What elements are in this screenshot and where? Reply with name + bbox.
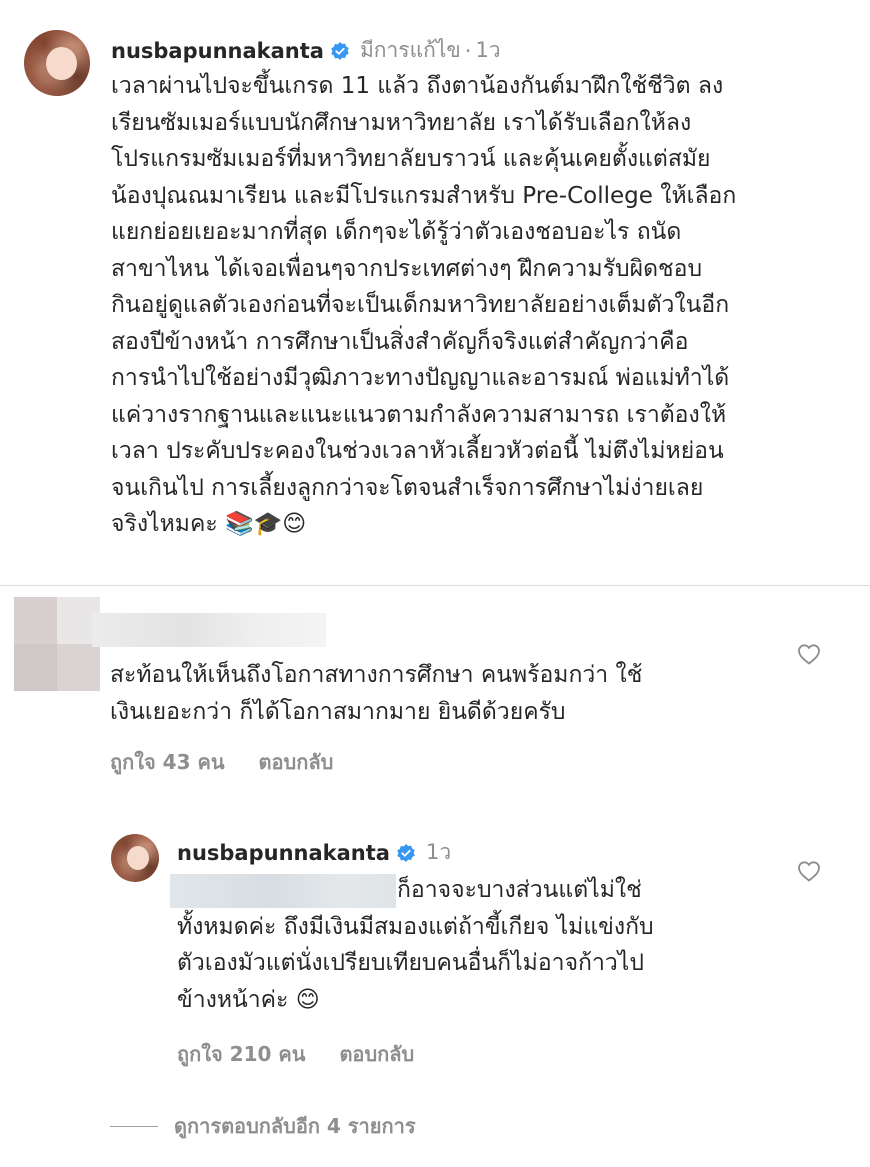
caption-line: เรียนซัมเมอร์แบบนักศึกษามหาวิทยาลัย เราไ… [111, 109, 692, 136]
caption-line: จนเกินไป การเลี้ยงลูกกว่าจะโตจนสำเร็จการ… [111, 474, 704, 501]
reply-username[interactable]: nusbapunnakanta [177, 841, 390, 865]
caption-line: แค่วางรากฐานและแนะแนวตามกำลังความสามารถ … [111, 401, 727, 428]
verified-badge-icon [397, 843, 415, 862]
commenter-avatar-blurred[interactable] [14, 597, 100, 691]
post-username[interactable]: nusbapunnakanta [111, 39, 324, 63]
blur-block [14, 644, 57, 691]
view-more-label[interactable]: ดูการตอบกลับอีก 4 รายการ [174, 1110, 416, 1142]
like-heart-icon[interactable] [797, 860, 821, 882]
comment-line: เงินเยอะกว่า ก็ได้โอกาสมากมาย ยินดีด้วยค… [110, 698, 566, 725]
reply-author-avatar[interactable] [111, 834, 159, 882]
caption-line: โปรแกรมซัมเมอร์ที่มหาวิทยาลัยบราวน์ และค… [111, 146, 711, 172]
reply-line: ทั้งหมดค่ะ ถึงมีเงินมีสมองแต่ถ้าขี้เกียจ… [177, 913, 654, 940]
section-divider [0, 585, 870, 586]
caption-line: สาขาไหน ได้เจอเพื่อนๆจากประเทศต่างๆ ฝึกค… [111, 255, 703, 282]
caption-line: เวลาผ่านไปจะขึ้นเกรด 11 แล้ว ถึงตาน้องกั… [111, 73, 724, 99]
post-author-avatar[interactable] [24, 30, 90, 96]
reply-text: ก็อาจจะบางส่วนแต่ไม่ใช่ ทั้งหมดค่ะ ถึงมี… [177, 872, 654, 1018]
reply-line: ก็อาจจะบางส่วนแต่ไม่ใช่ [397, 877, 642, 903]
reply-likes[interactable]: ถูกใจ 210 คน [177, 1038, 305, 1070]
post-edited-label: มีการแก้ไข [359, 38, 461, 62]
caption-line: แยกย่อยเยอะมากที่สุด เด็กๆจะได้รู้ว่าตัว… [111, 219, 682, 245]
caption-line: สองปีข้างหน้า การศึกษาเป็นสิ่งสำคัญก็จริ… [111, 328, 689, 355]
view-more-replies[interactable]: ดูการตอบกลับอีก 4 รายการ [110, 1110, 416, 1142]
caption-line: การนำไปใช้อย่างมีวุฒิภาวะทางปัญญาและอารม… [111, 365, 730, 391]
caption-line: น้องปุณณมาเรียน และมีโปรแกรมสำหรับ Pre-C… [111, 182, 737, 209]
post-caption: เวลาผ่านไปจะขึ้นเกรด 11 แล้ว ถึงตาน้องกั… [111, 68, 846, 543]
caption-line: เวลา ประคับประคองในช่วงเวลาหัวเลี้ยวหัวต… [111, 438, 724, 464]
post-header: nusbapunnakanta มีการแก้ไข · 1ว [111, 34, 501, 67]
comment-text: สะท้อนให้เห็นถึงโอกาสทางการศึกษา คนพร้อม… [110, 657, 642, 730]
meta-separator: · [464, 38, 472, 63]
reply-actions: ถูกใจ 210 คน ตอบกลับ [177, 1038, 414, 1070]
comment-line: สะท้อนให้เห็นถึงโอกาสทางการศึกษา คนพร้อม… [110, 662, 643, 688]
blur-block [14, 597, 57, 644]
blur-block [57, 644, 100, 691]
reply-line: ตัวเองมัวแต่นั่งเปรียบเทียบคนอื่นก็ไม่อา… [177, 950, 644, 976]
reply-header: nusbapunnakanta 1ว [177, 836, 451, 869]
comment-actions: ถูกใจ 43 คน ตอบกลับ [110, 746, 333, 778]
caption-line: จริงไหมคะ 📚🎓😊 [111, 511, 307, 537]
like-heart-icon[interactable] [797, 643, 821, 665]
caption-line: กินอยู่ดูแลตัวเองก่อนที่จะเป็นเด็กมหาวิท… [111, 292, 730, 318]
comment-reply-button[interactable]: ตอบกลับ [259, 746, 334, 778]
verified-badge-icon [331, 41, 349, 60]
reply-reply-button[interactable]: ตอบกลับ [339, 1038, 414, 1070]
commenter-username-blurred[interactable] [92, 613, 326, 647]
comment-likes[interactable]: ถูกใจ 43 คน [110, 746, 225, 778]
avatar-face [46, 47, 77, 81]
reply-time[interactable]: 1ว [426, 836, 451, 869]
post-time[interactable]: 1ว [475, 34, 500, 67]
reply-line: ข้างหน้าค่ะ 😊 [177, 986, 320, 1013]
view-more-rule [110, 1125, 158, 1127]
